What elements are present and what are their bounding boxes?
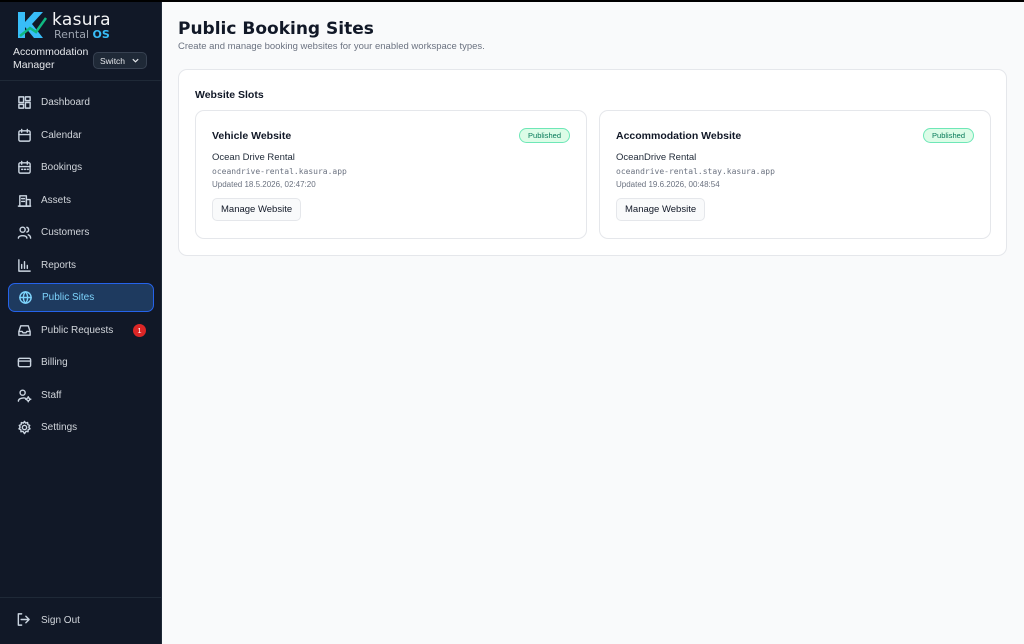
main-content: Public Booking Sites Create and manage b… [162, 2, 1024, 644]
website-slots-panel: Website Slots Vehicle Website Published … [178, 69, 1007, 256]
sidebar-item-label: Staff [41, 389, 62, 401]
sidebar-divider [0, 80, 162, 81]
sidebar-item-label: Settings [41, 422, 78, 433]
site-name: OceanDrive Rental [616, 152, 697, 163]
workspace-label: Accommodation Manager [13, 46, 89, 71]
brand-name: kasura [52, 10, 111, 30]
kasura-logo-icon [18, 12, 48, 38]
site-updated: Updated 19.6.2026, 00:48:54 [616, 180, 720, 189]
bookings-icon [16, 160, 32, 176]
sign-out-button[interactable]: Sign Out [16, 612, 80, 628]
website-card-vehicle: Vehicle Website Published Ocean Drive Re… [195, 110, 587, 239]
sidebar-item-label: Public Requests [41, 324, 114, 336]
switch-label: Switch [100, 55, 126, 66]
notification-badge: 1 [133, 323, 146, 337]
site-domain: oceandrive-rental.stay.kasura.app [616, 167, 775, 176]
page-title: Public Booking Sites [178, 19, 374, 39]
app-shell: kasura Rental OS Accommodation Manager S… [0, 2, 1024, 644]
sidebar-item-customers[interactable]: Customers [8, 218, 154, 247]
assets-icon [16, 192, 32, 208]
sidebar-nav: Dashboard Calendar Bookings Assets Custo… [8, 88, 154, 446]
sidebar-item-staff[interactable]: Staff [8, 381, 154, 410]
sidebar-item-public-requests[interactable]: Public Requests 1 [8, 316, 154, 345]
inbox-icon [16, 322, 32, 338]
staff-icon [16, 387, 32, 403]
sidebar-item-label: Billing [41, 357, 68, 368]
website-slots-title: Website Slots [195, 89, 264, 101]
sidebar-item-label: Calendar [41, 129, 82, 141]
status-badge: Published [923, 128, 974, 143]
sidebar-item-assets[interactable]: Assets [8, 186, 154, 215]
manage-website-button[interactable]: Manage Website [212, 198, 302, 221]
manage-website-button[interactable]: Manage Website [616, 198, 706, 221]
sidebar-item-reports[interactable]: Reports [8, 251, 154, 280]
sidebar-item-label: Bookings [41, 162, 83, 173]
credit-card-icon [16, 355, 32, 371]
sidebar-item-label: Reports [41, 259, 77, 271]
sidebar-item-dashboard[interactable]: Dashboard [8, 88, 154, 117]
sidebar-item-billing[interactable]: Billing [8, 348, 154, 377]
page-subtitle: Create and manage booking websites for y… [178, 41, 485, 52]
status-badge: Published [519, 128, 570, 143]
dashboard-icon [16, 95, 32, 111]
gear-icon [16, 420, 32, 436]
site-updated: Updated 18.5.2026, 02:47:20 [212, 180, 316, 189]
site-domain: oceandrive-rental.kasura.app [212, 167, 347, 176]
sidebar: kasura Rental OS Accommodation Manager S… [0, 2, 162, 644]
website-card-accommodation: Accommodation Website Published OceanDri… [599, 110, 991, 239]
sidebar-item-label: Assets [41, 194, 72, 206]
customers-icon [16, 225, 32, 241]
sign-out-label: Sign Out [41, 614, 80, 626]
sidebar-item-label: Dashboard [41, 97, 90, 108]
card-title: Vehicle Website [212, 130, 292, 142]
reports-icon [16, 257, 32, 273]
site-name: Ocean Drive Rental [212, 152, 295, 163]
sidebar-item-settings[interactable]: Settings [8, 413, 154, 442]
brand-subtitle: Rental OS [54, 28, 110, 41]
sidebar-item-label: Public Sites [42, 292, 95, 303]
sidebar-divider [0, 597, 162, 598]
sidebar-item-calendar[interactable]: Calendar [8, 121, 154, 150]
brand-logo[interactable]: kasura Rental OS [14, 8, 154, 42]
calendar-icon [16, 127, 32, 143]
chevron-down-icon [132, 58, 139, 63]
card-title: Accommodation Website [616, 130, 742, 142]
sidebar-item-bookings[interactable]: Bookings [8, 153, 154, 182]
sign-out-icon [16, 612, 32, 628]
globe-icon [17, 290, 33, 306]
sidebar-item-public-sites[interactable]: Public Sites [8, 283, 154, 312]
switch-workspace-button[interactable]: Switch [93, 52, 147, 69]
sidebar-item-label: Customers [41, 227, 90, 238]
